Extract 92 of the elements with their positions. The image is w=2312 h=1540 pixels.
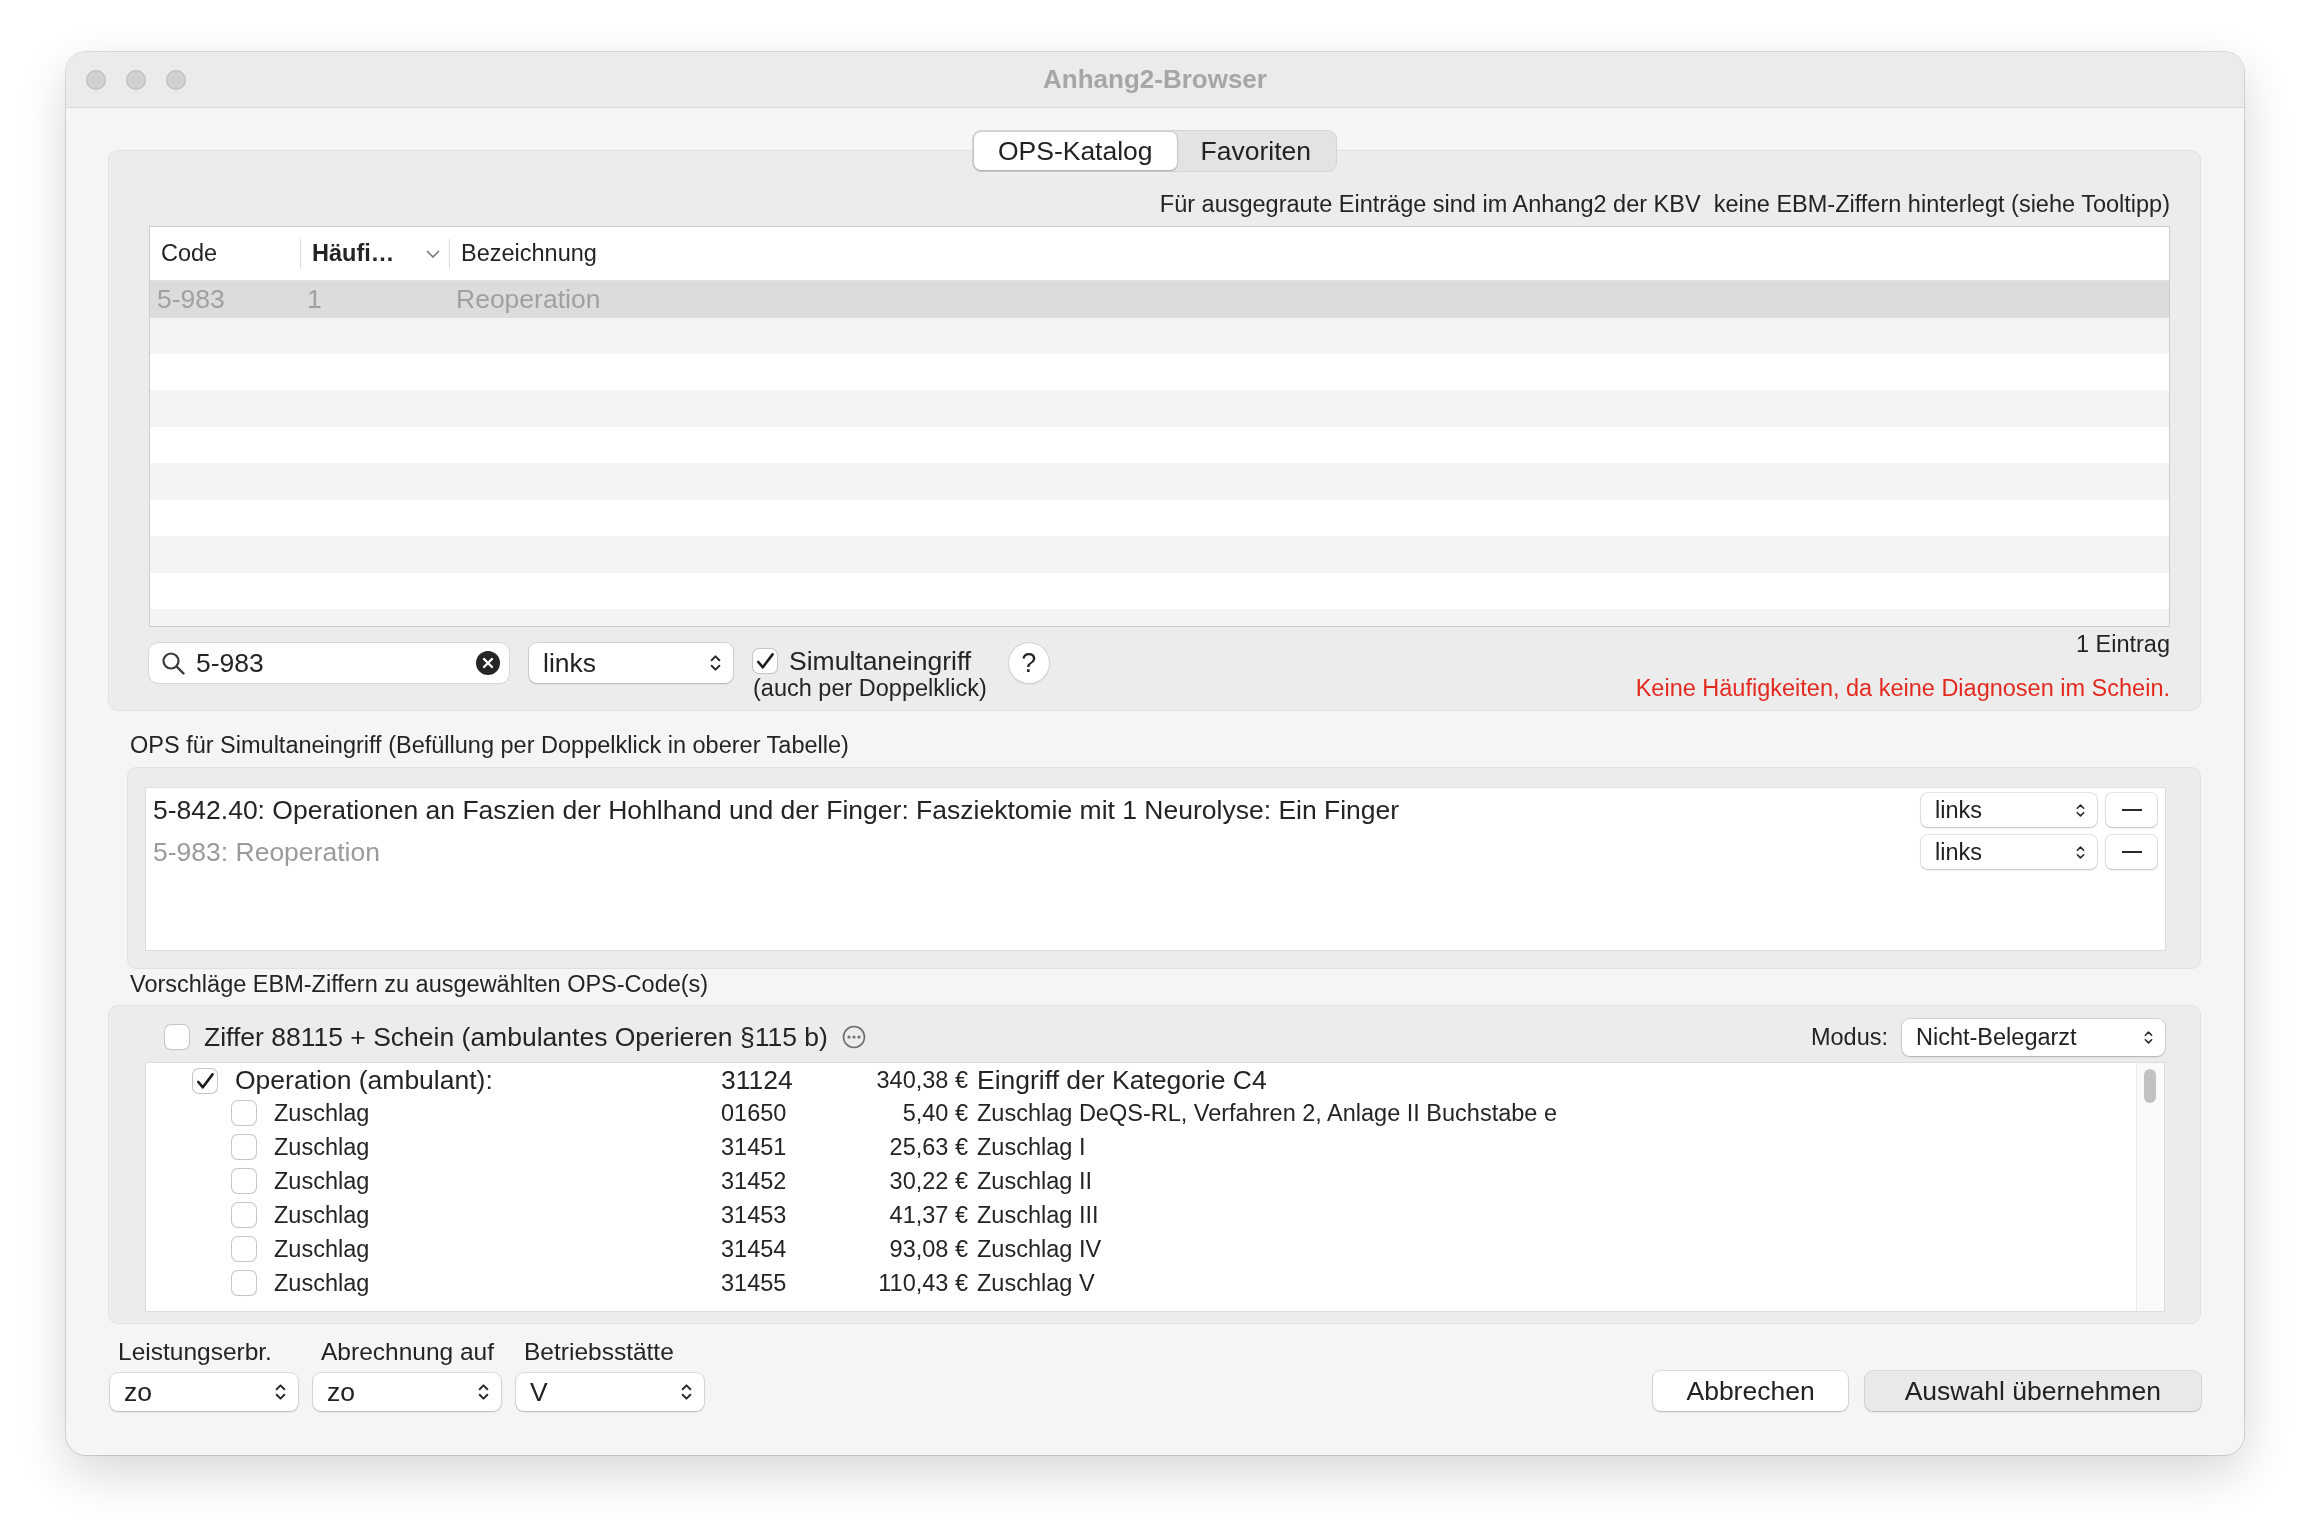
checkbox[interactable] (193, 1068, 217, 1093)
frequency-value: 1 (306, 283, 323, 315)
fee-code: 31454 (721, 1235, 788, 1263)
checkbox[interactable] (232, 1135, 256, 1159)
fee-amount: 340,38 € (875, 1067, 968, 1094)
checkbox-label[interactable]: Simultaneingriff (789, 645, 972, 677)
tab[interactable]: Favoriten (1176, 132, 1336, 170)
chevron-up-down-icon (2076, 801, 2085, 819)
window-minimize-icon[interactable] (126, 69, 146, 90)
fee-description: Zuschlag DeQS-RL, Verfahren 2, Anlage II Buchstabe e (976, 1099, 1557, 1127)
fee-code: 31124 (721, 1065, 794, 1096)
fee-label: Zuschlag (274, 1167, 370, 1195)
chevron-up-down-icon (2076, 843, 2085, 861)
fee-amount: 30,22 € (888, 1167, 968, 1195)
fee-description: Zuschlag III (976, 1201, 1099, 1229)
help-button[interactable]: ? (1008, 643, 1049, 683)
field-label: Abrechnung auf (320, 1340, 495, 1364)
scrollbar-thumb[interactable] (2144, 1069, 2156, 1103)
chevron-down-icon (426, 249, 440, 258)
fee-amount: 93,08 € (888, 1235, 968, 1263)
fee-label: Zuschlag (274, 1133, 370, 1161)
fee-code: 01650 (721, 1099, 788, 1127)
chevron-up-down-icon (681, 1382, 692, 1402)
warning-text: Keine Häufigkeiten, da keine Diagnosen im Schein. (1635, 676, 2170, 700)
checkmark-icon (756, 653, 774, 669)
checkbox[interactable] (165, 1025, 189, 1049)
scrollbar-track[interactable] (2136, 1063, 2164, 1311)
chevron-up-down-icon (478, 1382, 489, 1402)
clear-icon[interactable] (476, 651, 500, 675)
fee-label: Operation (ambulant): (235, 1065, 493, 1096)
checkbox[interactable] (232, 1101, 256, 1125)
hint-text: (auch per Doppelklick) (753, 676, 987, 700)
ops-code: 5-983 (156, 283, 226, 315)
side-dropdown[interactable]: links (1921, 835, 2097, 869)
ops-entry[interactable]: 5-842.40: Operationen an Faszien der Hohlhand und der Finger: Fasziektomie mit 1 Neurolyse: Ein Finger (153, 794, 1912, 826)
select-dropdown[interactable]: V (516, 1373, 704, 1411)
mode-label: Modus: (1810, 1023, 1888, 1051)
column-header[interactable]: Code (150, 238, 300, 269)
fee-amount: 25,63 € (888, 1133, 968, 1161)
search-field[interactable]: 5-983 (149, 643, 509, 683)
checkbox-label[interactable]: Ziffer 88115 + Schein (ambulantes Operieren §115 b) (204, 1021, 828, 1053)
chevron-up-down-icon (275, 1382, 286, 1402)
confirm-button[interactable]: Auswahl übernehmen (1864, 1371, 2201, 1411)
fee-code: 31453 (721, 1201, 788, 1229)
fee-label: Zuschlag (274, 1235, 370, 1263)
fee-code: 31452 (721, 1167, 788, 1195)
field-label: Leistungserbr. (117, 1340, 273, 1364)
column-header[interactable]: Bezeichnung (449, 238, 2169, 269)
side-dropdown[interactable]: links (1921, 793, 2097, 827)
fee-amount: 5,40 € (901, 1099, 968, 1127)
info-text: Für ausgegraute Einträge sind im Anhang2 der KBV keine EBM-Ziffern hinterlegt (siehe Tooltipp) (1159, 192, 2170, 216)
ops-description: Reoperation (455, 283, 602, 315)
remove-button[interactable] (2106, 835, 2157, 869)
checkbox[interactable] (753, 649, 777, 673)
fee-description: Zuschlag IV (976, 1235, 1102, 1263)
field-label: Betriebsstätte (523, 1340, 675, 1364)
side-dropdown[interactable]: links (529, 643, 733, 683)
checkbox[interactable] (232, 1237, 256, 1261)
select-dropdown[interactable]: zo (313, 1373, 501, 1411)
checkbox[interactable] (232, 1271, 256, 1295)
fee-amount: 110,43 € (877, 1269, 968, 1297)
section-label: OPS für Simultaneingriff (Befüllung per Doppelklick in oberer Tabelle) (130, 733, 849, 757)
fee-code: 31455 (721, 1269, 788, 1297)
window-zoom-icon[interactable] (166, 69, 186, 90)
chevron-up-down-icon (2144, 1028, 2153, 1046)
cancel-button[interactable]: Abbrechen (1653, 1371, 1848, 1411)
fee-label: Zuschlag (274, 1269, 370, 1297)
search-icon (161, 651, 185, 675)
mode-dropdown[interactable]: Nicht-Belegarzt (1902, 1018, 2165, 1056)
section-label: Vorschläge EBM-Ziffern zu ausgewählten OPS-Code(s) (130, 972, 709, 996)
checkmark-icon (196, 1072, 214, 1089)
window-close-icon[interactable] (86, 69, 106, 90)
fee-description: Zuschlag I (976, 1133, 1086, 1161)
minus-icon (2121, 809, 2142, 811)
fee-description: Eingriff der Kategorie C4 (976, 1065, 1267, 1096)
checkbox[interactable] (232, 1169, 256, 1193)
fee-label: Zuschlag (274, 1201, 370, 1229)
fee-amount: 41,37 € (888, 1201, 968, 1229)
select-dropdown[interactable]: zo (110, 1373, 298, 1411)
column-header[interactable]: Häufi… (300, 238, 449, 269)
fee-label: Zuschlag (274, 1099, 370, 1127)
tab[interactable]: OPS-Katalog (973, 132, 1177, 170)
fee-code: 31451 (721, 1133, 788, 1161)
fee-description: Zuschlag II (976, 1167, 1092, 1195)
remove-button[interactable] (2106, 793, 2157, 827)
window-title: Anhang2-Browser (1043, 64, 1267, 95)
minus-icon (2121, 851, 2142, 853)
chevron-up-down-icon (710, 653, 721, 673)
fee-description: Zuschlag V (976, 1269, 1095, 1297)
entry-count: 1 Eintrag (2075, 632, 2170, 656)
checkbox[interactable] (232, 1203, 256, 1227)
ellipsis-circle-icon[interactable] (841, 1025, 866, 1049)
